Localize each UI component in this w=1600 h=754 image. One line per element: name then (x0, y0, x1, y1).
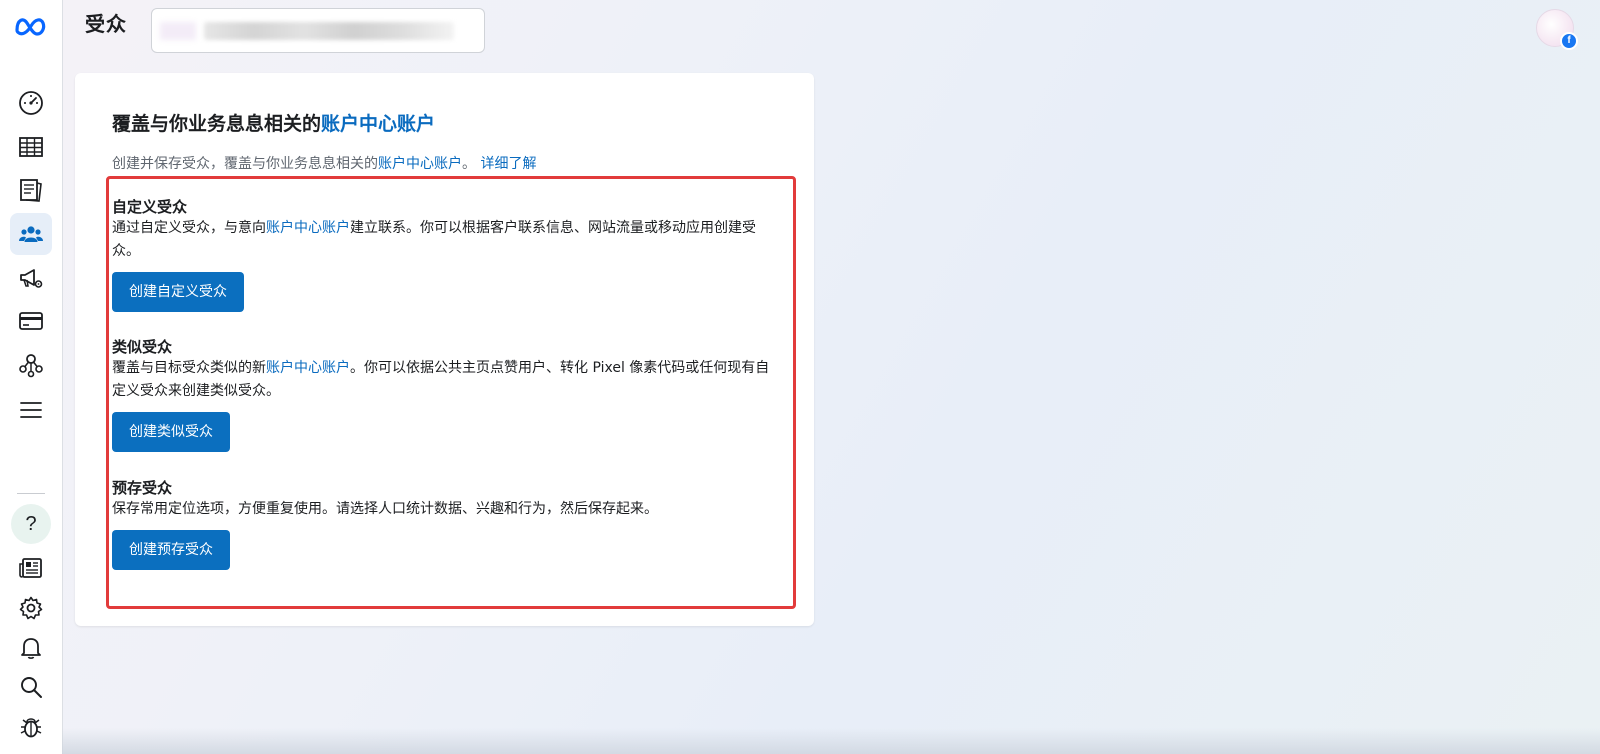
card-subtitle-punct: 。 (462, 156, 476, 172)
nav-audiences[interactable] (10, 213, 52, 255)
card-subtitle-text: 创建并保存受众，覆盖与你业务息息相关的 (112, 156, 378, 172)
section-description: 保存常用定位选项，方便重复使用。请选择人口统计数据、兴趣和行为，然后保存起来。 (112, 498, 772, 521)
pages-icon (20, 179, 42, 202)
custom-audience-section: 自定义受众 通过自定义受众，与意向账户中心账户建立联系。你可以根据客户联系信息、… (112, 197, 792, 312)
account-avatar-redacted (160, 22, 196, 40)
card-title: 覆盖与你业务息息相关的账户中心账户 (112, 109, 435, 136)
search-icon (21, 677, 42, 698)
nav-ads-manager[interactable] (10, 126, 52, 168)
nav-notifications[interactable] (10, 627, 52, 669)
desc-text: 通过自定义受众，与意向 (112, 220, 266, 236)
nav-report-bug[interactable] (10, 706, 52, 748)
audiences-card: 覆盖与你业务息息相关的账户中心账户 创建并保存受众，覆盖与你业务息息相关的账户中… (75, 73, 814, 626)
dashboard-gauge-icon (19, 91, 43, 115)
ad-account-selector[interactable] (151, 8, 485, 53)
bug-icon (20, 718, 42, 738)
create-custom-audience-button[interactable]: 创建自定义受众 (112, 272, 244, 312)
lookalike-audience-section: 类似受众 覆盖与目标受众类似的新账户中心账户。你可以依据公共主页点赞用户、转化 … (112, 337, 792, 452)
help-icon: ? (25, 512, 37, 535)
card-title-text: 覆盖与你业务息息相关的 (112, 113, 322, 135)
page-title: 受众 (85, 12, 127, 36)
nav-news[interactable] (10, 547, 52, 589)
bottom-edge-shadow (62, 728, 1600, 754)
accounts-center-link[interactable]: 账户中心账户 (266, 360, 350, 376)
section-description: 覆盖与目标受众类似的新账户中心账户。你可以依据公共主页点赞用户、转化 Pixel… (112, 357, 772, 403)
table-icon (19, 137, 43, 157)
nav-help[interactable]: ? (11, 504, 51, 544)
desc-text: 覆盖与目标受众类似的新 (112, 360, 266, 376)
menu-icon (20, 402, 42, 418)
section-description: 通过自定义受众，与意向账户中心账户建立联系。你可以根据客户联系信息、网站流量或移… (112, 217, 772, 263)
card-subtitle: 创建并保存受众，覆盖与你业务息息相关的账户中心账户。 详细了解 (112, 153, 536, 173)
account-name-redacted (204, 22, 454, 40)
desc-text: 保存常用定位选项，方便重复使用。请选择人口统计数据、兴趣和行为，然后保存起来。 (112, 501, 658, 517)
learn-more-link[interactable]: 详细了解 (480, 156, 536, 172)
left-sidebar: ? (0, 0, 63, 754)
create-saved-audience-button[interactable]: 创建预存受众 (112, 530, 230, 570)
nav-campaigns[interactable] (10, 257, 52, 299)
news-icon (19, 558, 42, 578)
section-title: 类似受众 (112, 338, 173, 356)
sidebar-divider (17, 493, 45, 494)
settings-gear-icon (19, 596, 43, 620)
nav-all-tools[interactable] (10, 389, 52, 431)
saved-audience-section: 预存受众 保存常用定位选项，方便重复使用。请选择人口统计数据、兴趣和行为，然后保… (112, 478, 792, 570)
accounts-center-link[interactable]: 账户中心账户 (266, 220, 350, 236)
section-title: 预存受众 (112, 479, 173, 497)
audience-people-icon (19, 226, 43, 242)
nav-pages[interactable] (10, 169, 52, 211)
megaphone-gear-icon (20, 269, 43, 288)
accounts-center-link[interactable]: 账户中心账户 (321, 113, 435, 135)
accounts-center-link-sub[interactable]: 账户中心账户 (378, 156, 462, 172)
nav-search[interactable] (10, 666, 52, 708)
credit-card-icon (19, 312, 43, 330)
network-nodes-icon (19, 354, 43, 378)
section-title: 自定义受众 (112, 198, 188, 216)
facebook-badge-icon: f (1560, 32, 1578, 50)
nav-dashboard[interactable] (10, 82, 52, 124)
nav-business-network[interactable] (10, 344, 52, 386)
bell-icon (21, 638, 41, 659)
nav-billing[interactable] (10, 300, 52, 342)
meta-logo-icon[interactable] (14, 14, 48, 38)
create-lookalike-audience-button[interactable]: 创建类似受众 (112, 412, 230, 452)
nav-settings[interactable] (10, 587, 52, 629)
